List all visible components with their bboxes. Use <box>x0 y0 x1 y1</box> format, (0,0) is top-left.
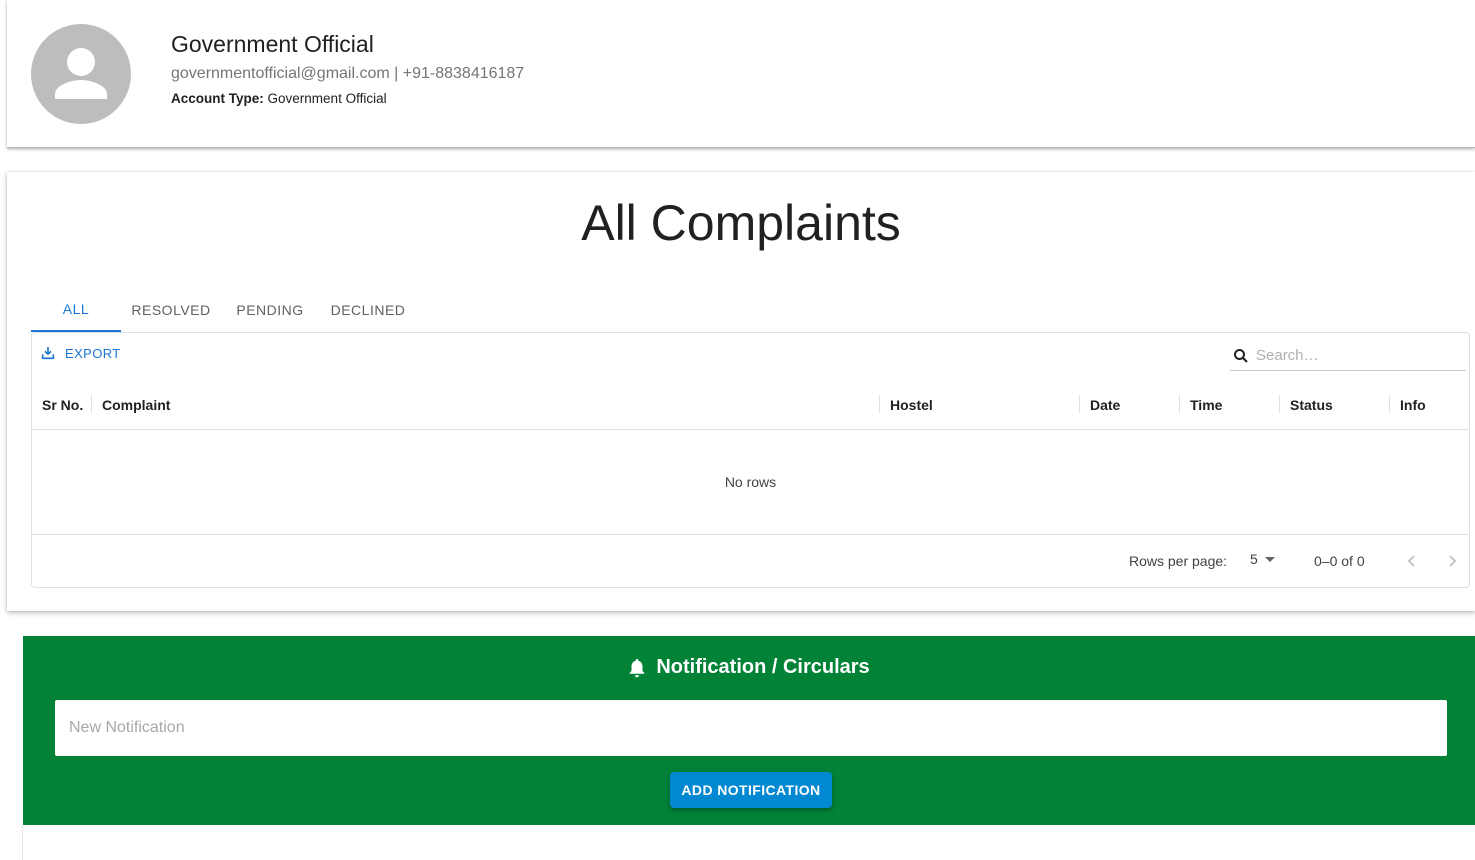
pagination-range: 0–0 of 0 <box>1314 553 1365 569</box>
notification-title-text: Notification / Circulars <box>656 656 870 678</box>
column-separator[interactable] <box>1279 395 1280 413</box>
search-field <box>1230 341 1466 371</box>
tab-resolved[interactable]: RESOLVED <box>121 287 221 332</box>
profile-card: Government Official governmentofficial@g… <box>7 0 1475 148</box>
column-separator[interactable] <box>1179 395 1180 413</box>
column-separator[interactable] <box>879 395 880 413</box>
account-type-value: Government Official <box>267 91 387 106</box>
complaint-tabs: ALL RESOLVED PENDING DECLINED <box>31 287 417 332</box>
table-pagination: Rows per page: 5 0–0 of 0 <box>32 534 1469 588</box>
search-input[interactable] <box>1256 347 1446 364</box>
column-header-hostel[interactable]: Hostel <box>890 379 933 430</box>
table-toolbar: EXPORT <box>32 333 1469 378</box>
export-label: EXPORT <box>65 345 121 361</box>
bell-icon <box>630 658 645 677</box>
previous-page-button[interactable] <box>1400 549 1424 573</box>
column-header-date[interactable]: Date <box>1090 379 1120 430</box>
column-separator[interactable] <box>91 395 92 413</box>
search-icon <box>1234 348 1248 363</box>
caret-down-icon <box>1264 557 1275 562</box>
column-separator[interactable] <box>1079 395 1080 413</box>
tab-pending[interactable]: PENDING <box>221 287 319 332</box>
rows-per-page-select[interactable]: 5 <box>1250 551 1276 567</box>
next-page-button[interactable] <box>1440 549 1464 573</box>
column-separator[interactable] <box>1469 395 1470 413</box>
tab-all[interactable]: ALL <box>31 287 121 332</box>
avatar <box>31 24 131 124</box>
complaints-card: All Complaints ALL RESOLVED PENDING DECL… <box>7 172 1475 611</box>
export-button[interactable]: EXPORT <box>40 345 121 361</box>
profile-contact: governmentofficial@gmail.com | +91-88384… <box>171 65 525 82</box>
notification-list-area <box>22 825 1475 860</box>
column-header-complaint[interactable]: Complaint <box>102 379 170 430</box>
profile-name: Government Official <box>171 31 374 57</box>
complaints-table: EXPORT Sr No. Complaint Hostel Date Time… <box>31 332 1470 588</box>
chevron-left-icon <box>1407 555 1415 567</box>
column-header-time[interactable]: Time <box>1190 379 1222 430</box>
notification-title: Notification / Circulars <box>23 656 1475 679</box>
tab-declined[interactable]: DECLINED <box>319 287 417 332</box>
new-notification-input[interactable] <box>55 700 1447 756</box>
empty-state: No rows <box>724 474 777 490</box>
profile-account-type: Account Type: Government Official <box>171 91 387 106</box>
rows-per-page-label: Rows per page: <box>1129 553 1228 569</box>
column-header-sr-no[interactable]: Sr No. <box>42 379 83 430</box>
column-separator[interactable] <box>1389 395 1390 413</box>
add-notification-button[interactable]: ADD NOTIFICATION <box>670 772 832 808</box>
column-header-info[interactable]: Info <box>1400 379 1426 430</box>
table-header: Sr No. Complaint Hostel Date Time Status… <box>32 379 1470 430</box>
column-header-status[interactable]: Status <box>1290 379 1333 430</box>
download-icon <box>41 347 55 360</box>
person-icon <box>55 48 107 99</box>
notification-panel: Notification / Circulars ADD NOTIFICATIO… <box>23 636 1475 825</box>
chevron-right-icon <box>1449 555 1457 567</box>
rows-per-page-value: 5 <box>1250 551 1258 567</box>
page-title: All Complaints <box>581 195 901 251</box>
account-type-label: Account Type: <box>171 91 264 106</box>
